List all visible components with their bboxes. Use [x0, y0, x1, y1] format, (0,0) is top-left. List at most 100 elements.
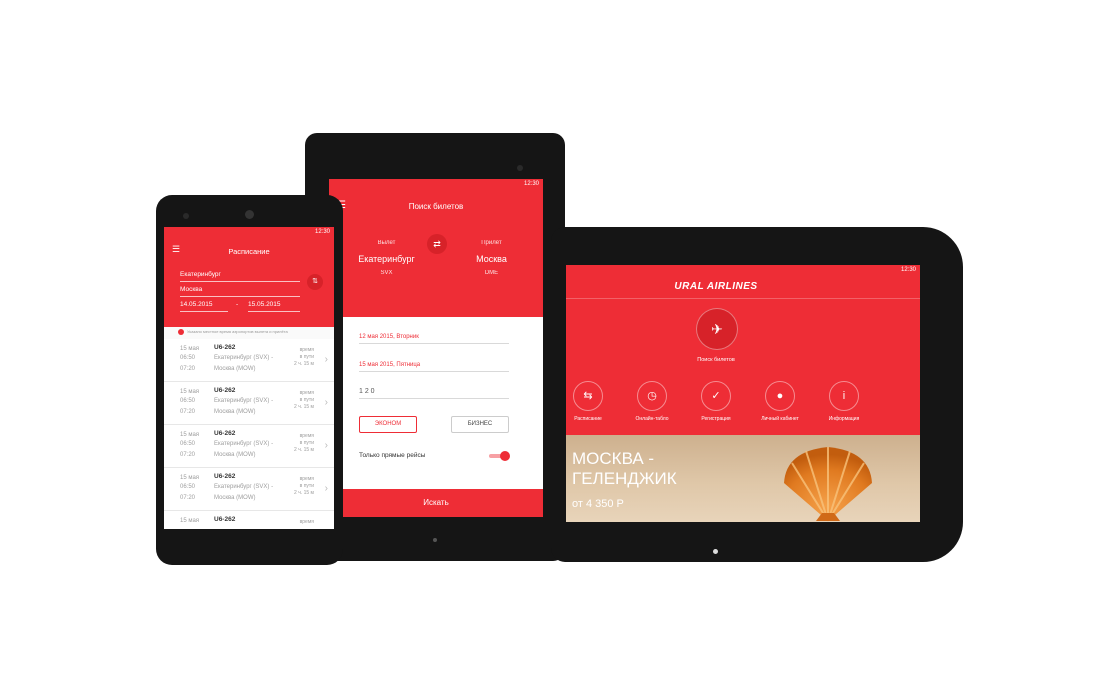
flight-arrival-time: 07:20	[180, 409, 196, 415]
front-camera-2	[713, 549, 718, 554]
status-bar: 12:30	[314, 229, 330, 235]
phone-camera	[245, 210, 254, 219]
chevron-right-icon: ›	[324, 440, 328, 451]
flight-date: 15 мая	[180, 475, 200, 481]
business-button[interactable]: БИЗНЕС	[451, 416, 509, 433]
arrival-label: Прилёт	[481, 240, 502, 246]
page-title: Расписание	[228, 247, 270, 256]
phone-speaker	[183, 213, 189, 219]
flight-row[interactable]: 15 мая 06:50 07:20 U6-262 Екатеринбург (…	[164, 382, 334, 425]
flight-origin: Екатеринбург (SVX) -	[214, 484, 274, 490]
to-underline	[180, 296, 300, 297]
schedule-header: 12:30 ☰ Расписание Екатеринбург Москва ⇅…	[164, 227, 334, 327]
header-divider	[566, 298, 920, 299]
nav-item[interactable]: ● Личный кабинет	[755, 381, 805, 431]
flight-duration-label: время	[299, 390, 314, 396]
flight-number: U6-262	[214, 516, 236, 523]
swap-button[interactable]: ⇅	[307, 274, 323, 290]
arrival-code: DME	[484, 270, 499, 276]
flight-duration-label2: в пути	[299, 483, 314, 489]
home-indicator	[433, 538, 437, 542]
passengers-field[interactable]: 1 2 0	[359, 388, 509, 399]
home-header: 12:30 URAL AIRLINES ✈ Поиск билетов ⇆ Ра…	[566, 265, 920, 435]
direct-flights-toggle[interactable]	[489, 451, 510, 461]
flight-duration: 2 ч. 15 м	[294, 404, 314, 410]
flight-date: 15 мая	[180, 389, 200, 395]
promo-title-line2: ГЕЛЕНДЖИК	[572, 469, 677, 488]
notice-text: Указано местное время аэропортов вылета …	[187, 329, 288, 334]
flight-arrival-time: 07:20	[180, 366, 196, 372]
flight-departure-time: 06:50	[180, 441, 196, 447]
to-field[interactable]: Москва	[180, 286, 202, 293]
nav-item-label: Онлайн-табло	[635, 416, 669, 422]
nav-item[interactable]: i Информация	[819, 381, 869, 431]
promo-price: от 4 350 Р	[572, 498, 624, 510]
flight-destination: Москва (MOW)	[214, 409, 256, 415]
economy-button[interactable]: ЭКОНОМ	[359, 416, 417, 433]
search-button[interactable]: Искать	[329, 489, 543, 517]
nav-item[interactable]: ⇆ Расписание	[566, 381, 613, 431]
flight-duration-label: время	[299, 433, 314, 439]
seashell-image	[776, 443, 880, 522]
chevron-right-icon: ›	[324, 354, 328, 365]
flight-duration-label2: в пути	[299, 354, 314, 360]
tablet-landscape-device: 12:30 URAL AIRLINES ✈ Поиск билетов ⇆ Ра…	[551, 227, 963, 562]
clock-icon: ◷	[637, 381, 667, 411]
flight-duration-label: время	[299, 476, 314, 482]
flight-duration-label2: в пути	[299, 397, 314, 403]
flight-arrival-time: 07:20	[180, 452, 196, 458]
date-from-underline	[180, 311, 228, 312]
nav-item[interactable]: ◷ Онлайн-табло	[627, 381, 677, 431]
flight-number: U6-262	[214, 473, 236, 480]
home-screen: 12:30 URAL AIRLINES ✈ Поиск билетов ⇆ Ра…	[566, 265, 920, 522]
flight-list: 15 мая 06:50 07:20 U6-262 Екатеринбург (…	[164, 339, 334, 529]
check-icon: ✓	[701, 381, 731, 411]
from-underline	[180, 281, 300, 282]
flight-row[interactable]: 15 мая 06:50 07:20 U6-262 Екатеринбург (…	[164, 425, 334, 468]
flight-number: U6-262	[214, 430, 236, 437]
flight-departure-time: 06:50	[180, 398, 196, 404]
flight-origin: Екатеринбург (SVX) -	[214, 355, 274, 361]
swap-button[interactable]: ⇄	[427, 234, 447, 254]
flight-destination: Москва (MOW)	[214, 366, 256, 372]
plane-icon: ✈	[711, 321, 723, 337]
flight-origin: Екатеринбург (SVX) -	[214, 441, 274, 447]
arrival-city[interactable]: Москва	[454, 254, 529, 264]
departure-code: SVX	[380, 270, 393, 276]
flight-row[interactable]: 15 мая 06:50 07:20 U6-262 Екатеринбург (…	[164, 468, 334, 511]
search-screen: 12:30 ☰ Поиск билетов Вылет Екатеринбург…	[329, 179, 543, 517]
user-icon: ●	[765, 381, 795, 411]
flight-row[interactable]: 15 мая 06:50 07:20 U6-262 Екатеринбург (…	[164, 339, 334, 382]
date-to-field[interactable]: 15.05.2015	[248, 301, 281, 308]
toggle-thumb	[500, 451, 510, 461]
nav-item-label: Информация	[828, 416, 860, 422]
nav-item-label: Личный кабинет	[761, 416, 799, 422]
promo-title-line1: МОСКВА -	[572, 449, 655, 468]
departure-label: Вылет	[377, 240, 396, 246]
page-title: Поиск билетов	[408, 202, 464, 211]
search-tickets-button[interactable]: ✈	[696, 308, 738, 350]
flight-number: U6-262	[214, 387, 236, 394]
from-field[interactable]: Екатеринбург	[180, 271, 221, 278]
nav-item-label: Регистрация	[701, 416, 731, 422]
nav-item-label: Расписание	[574, 416, 602, 422]
flight-arrival-time: 07:20	[180, 495, 196, 501]
date-from-field[interactable]: 14.05.2015	[180, 301, 213, 308]
search-header: 12:30 ☰ Поиск билетов Вылет Екатеринбург…	[329, 179, 543, 317]
flight-duration-label: время	[299, 347, 314, 353]
chevron-right-icon: ›	[324, 483, 328, 494]
carousel-dots[interactable]	[694, 513, 737, 522]
flight-date: 15 мая	[180, 432, 200, 438]
flight-row-partial[interactable]: 15 мая U6-262 время	[164, 511, 334, 529]
flight-duration: 2 ч. 15 м	[294, 361, 314, 367]
promo-banner[interactable]: МОСКВА - ГЕЛЕНДЖИК от 4 350 Р	[566, 435, 920, 522]
departure-city[interactable]: Екатеринбург	[349, 254, 424, 264]
schedule-screen: 12:30 ☰ Расписание Екатеринбург Москва ⇅…	[164, 227, 334, 529]
date-back-field[interactable]: 15 мая 2015, Пятница	[359, 362, 509, 372]
direct-flights-label: Только прямые рейсы	[359, 452, 426, 459]
status-bar: 12:30	[523, 181, 539, 187]
date-there-field[interactable]: 12 мая 2015, Вторник	[359, 334, 509, 344]
status-bar: 12:30	[900, 267, 916, 273]
chevron-right-icon: ›	[324, 397, 328, 408]
nav-item[interactable]: ✓ Регистрация	[691, 381, 741, 431]
